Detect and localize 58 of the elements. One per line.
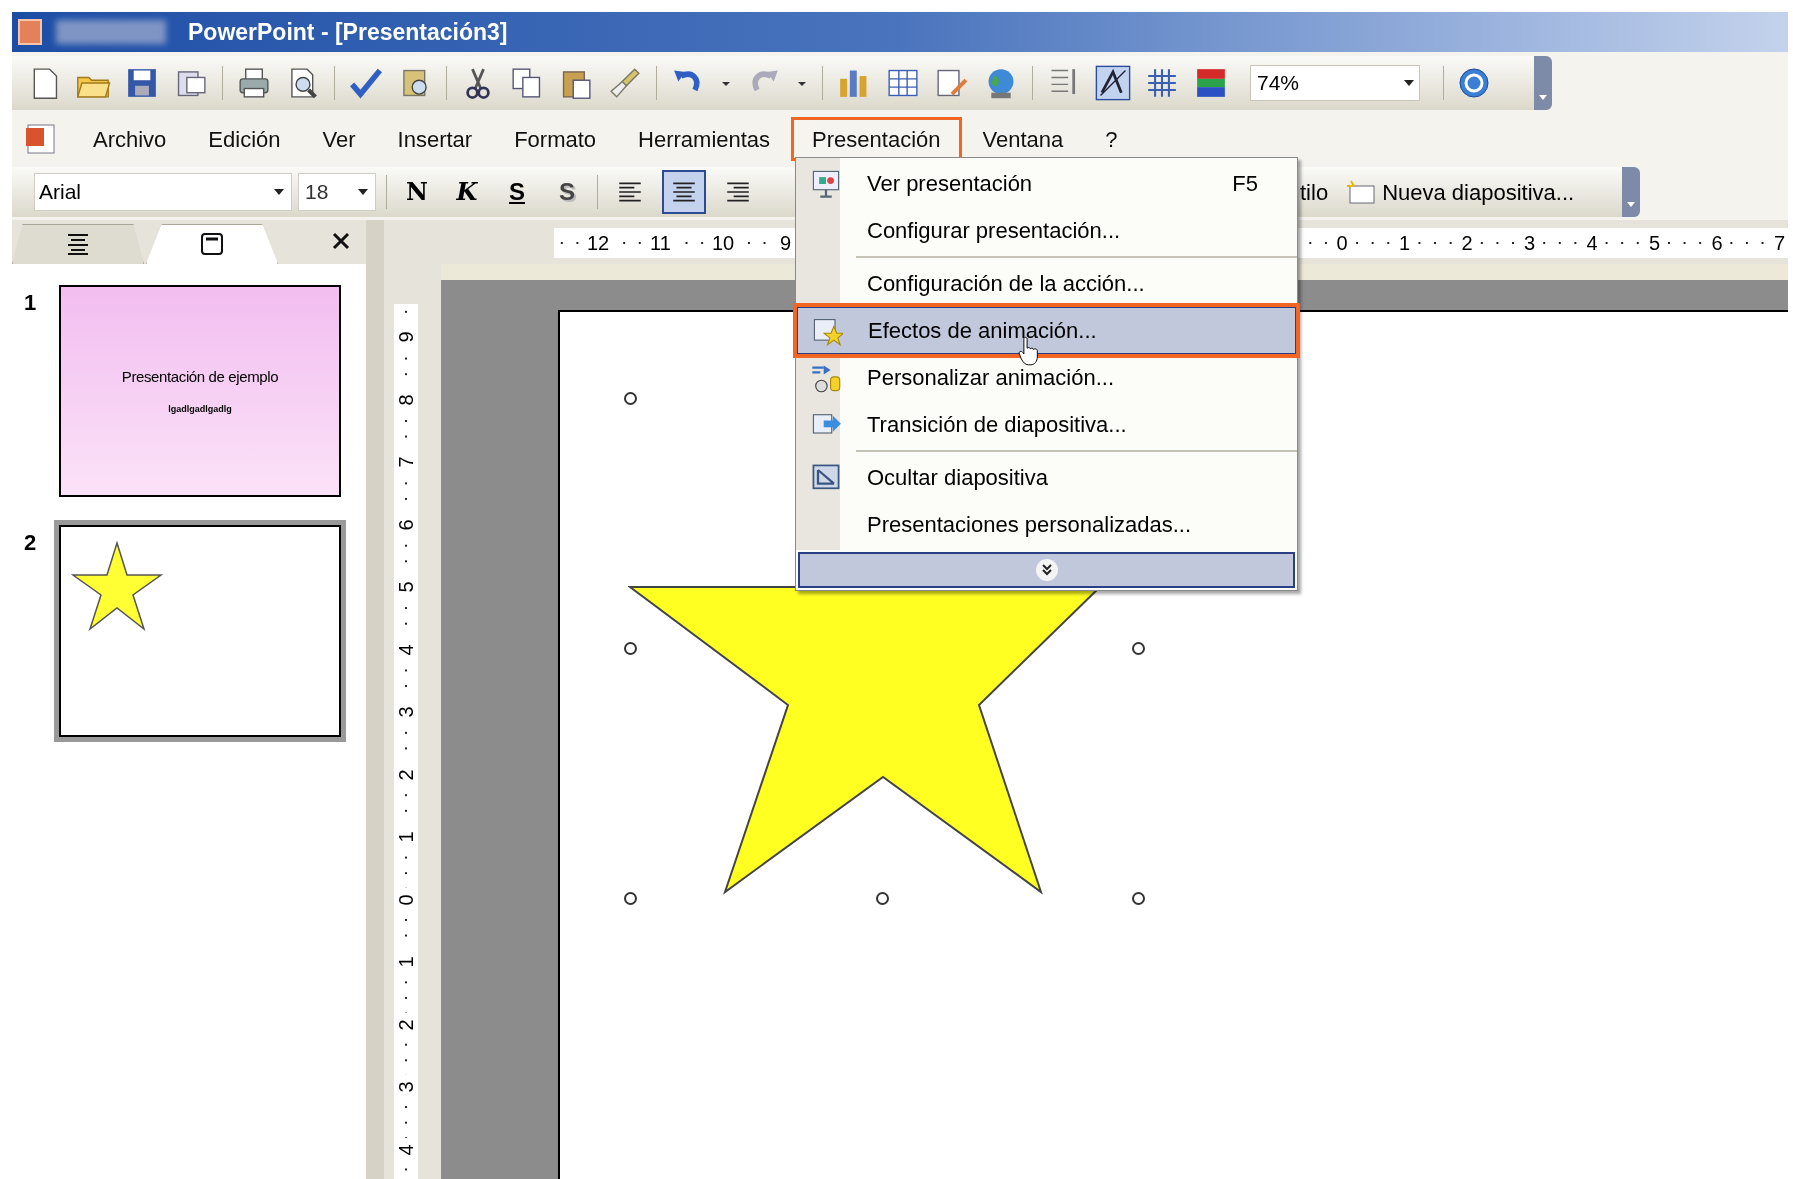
expand-menu-button[interactable] xyxy=(798,552,1295,588)
menu-item[interactable]: Presentación xyxy=(791,117,962,161)
menu-item[interactable]: Edición xyxy=(187,117,302,161)
toolbar-options-button[interactable] xyxy=(1622,167,1640,217)
chevron-down-icon xyxy=(1034,558,1059,582)
font-dropdown[interactable]: Arial xyxy=(34,173,292,211)
zoom-dropdown[interactable]: 74% xyxy=(1250,65,1420,101)
toolbar-label: tilo xyxy=(1300,178,1329,207)
caret-icon xyxy=(1403,79,1415,87)
outline-tab[interactable] xyxy=(12,224,144,264)
slide-title: Presentación de ejemplo xyxy=(121,367,279,387)
caret-icon xyxy=(357,188,369,196)
menu-item[interactable]: Herramientas xyxy=(617,117,792,161)
bold-button[interactable]: N xyxy=(397,172,437,212)
menu-item[interactable]: Transición de diapositiva... xyxy=(796,401,1297,448)
new-slide-icon xyxy=(1344,178,1377,206)
brush-icon[interactable] xyxy=(607,65,643,101)
menu-item[interactable]: Archivo xyxy=(72,117,188,161)
app-icon xyxy=(18,19,42,45)
caret-icon xyxy=(273,188,285,196)
resize-handle[interactable] xyxy=(1132,892,1145,905)
resize-handle[interactable] xyxy=(876,892,889,905)
caret-icon xyxy=(1626,199,1636,209)
document-menu-icon[interactable] xyxy=(24,122,58,156)
slide-number: 1 xyxy=(23,289,38,317)
window-title: PowerPoint - [Presentación3] xyxy=(188,17,508,47)
menu-item[interactable]: Ventana xyxy=(961,117,1085,161)
italic-button[interactable]: K xyxy=(447,172,487,212)
slide-subtitle: lgadlgadlgadlg xyxy=(168,402,232,416)
text-format-icon[interactable] xyxy=(1095,65,1131,101)
new-slide-button[interactable]: Nueva diapositiva... xyxy=(1344,175,1575,209)
menu-item[interactable]: ? xyxy=(1084,117,1139,161)
menu-item[interactable]: Ocultar diapositiva xyxy=(796,454,1297,501)
slide-number: 2 xyxy=(23,529,38,557)
close-icon[interactable] xyxy=(330,230,352,252)
help-icon[interactable] xyxy=(1457,66,1491,100)
menu-item[interactable]: Presentaciones personalizadas... xyxy=(796,501,1297,548)
menu-item[interactable]: Configurar presentación... xyxy=(796,207,1297,254)
menu-item[interactable]: Formato xyxy=(493,117,618,161)
menu-item[interactable]: Configuración de la acción... xyxy=(796,260,1297,307)
hand-cursor-icon xyxy=(1018,336,1040,368)
menu-item[interactable]: Personalizar animación... xyxy=(796,354,1297,401)
menu-item[interactable]: Ver xyxy=(301,117,377,161)
resize-handle[interactable] xyxy=(1132,642,1145,655)
shortcut-text: F5 xyxy=(1232,170,1258,198)
menu-item[interactable]: Insertar xyxy=(376,117,494,161)
resize-handle[interactable] xyxy=(624,642,637,655)
resize-handle[interactable] xyxy=(624,892,637,905)
star-icon xyxy=(71,541,163,631)
menu-item[interactable]: Ver presentación F5 xyxy=(796,160,1297,207)
underline-button[interactable]: S xyxy=(497,172,537,212)
align-center-button[interactable] xyxy=(662,170,706,214)
shadow-button[interactable]: S xyxy=(547,172,587,212)
caret-icon xyxy=(1538,92,1548,102)
resize-handle[interactable] xyxy=(624,392,637,405)
print-icon[interactable] xyxy=(236,65,272,101)
toolbar-options-button[interactable] xyxy=(1534,56,1552,110)
font-size-dropdown[interactable]: 18 xyxy=(298,173,376,211)
